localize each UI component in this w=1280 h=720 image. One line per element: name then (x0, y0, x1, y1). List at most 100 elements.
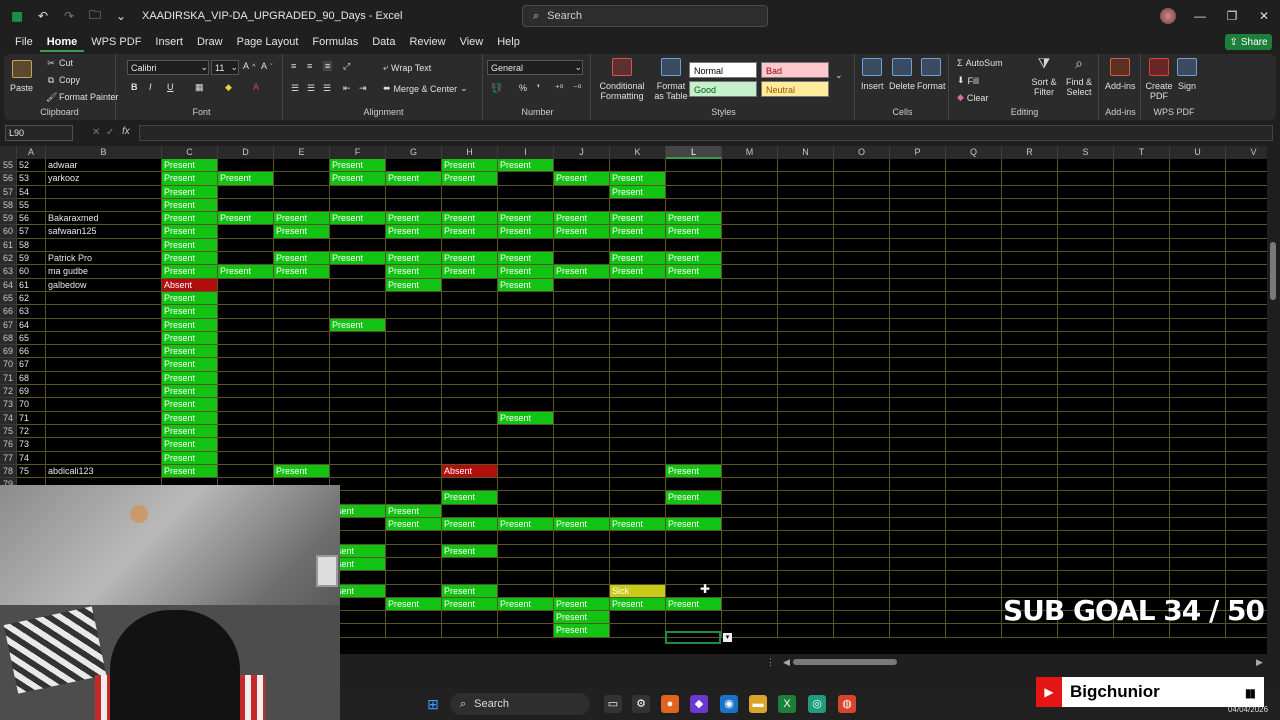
cell-a[interactable]: 75 (17, 464, 46, 479)
undo-icon[interactable]: ↶ (30, 6, 56, 26)
cell-q[interactable] (946, 491, 1002, 505)
cell-v[interactable] (1226, 305, 1267, 319)
cell-f[interactable] (330, 411, 386, 425)
cell-r[interactable] (1002, 305, 1058, 319)
cell-t[interactable] (1114, 544, 1170, 558)
cell-d[interactable]: Present (218, 172, 274, 186)
cell-m[interactable] (722, 398, 778, 412)
cell-d[interactable] (218, 198, 274, 213)
italic-button[interactable]: I (149, 82, 152, 92)
cell-g[interactable]: Present (386, 225, 442, 239)
cell-k[interactable] (610, 385, 666, 399)
cell-o[interactable] (834, 198, 890, 213)
cell-r[interactable] (1002, 385, 1058, 399)
cell-v[interactable] (1226, 358, 1267, 372)
cell-q[interactable] (946, 424, 1002, 439)
cell-r[interactable] (1002, 185, 1058, 199)
cell-j[interactable] (554, 159, 610, 173)
cell-u[interactable] (1170, 318, 1226, 332)
cell-g[interactable] (386, 358, 442, 372)
cell-t[interactable] (1114, 424, 1170, 439)
cell-h[interactable] (442, 318, 498, 332)
cell-t[interactable] (1114, 252, 1170, 266)
cell-t[interactable] (1114, 238, 1170, 253)
cell-q[interactable] (946, 252, 1002, 266)
cell-v[interactable] (1226, 319, 1267, 332)
cell-u[interactable] (1170, 159, 1226, 173)
scroll-left-icon[interactable]: ◀ (783, 657, 790, 668)
cell-a[interactable]: 73 (17, 438, 46, 452)
cell-q[interactable] (946, 225, 1002, 239)
tab-view[interactable]: View (453, 32, 491, 52)
cell-a[interactable]: 61 (17, 278, 46, 292)
cell-o[interactable] (834, 451, 890, 465)
cell-s[interactable] (1058, 398, 1114, 412)
cell-l[interactable] (666, 571, 722, 585)
cell-q[interactable] (946, 265, 1002, 279)
tab-wps-pdf[interactable]: WPS PDF (84, 32, 148, 52)
row-header[interactable]: 77 (0, 451, 17, 465)
cell-q[interactable] (946, 331, 1002, 346)
cell-k[interactable]: Present (610, 265, 666, 279)
cell-l[interactable] (666, 451, 722, 465)
cell-v[interactable] (1226, 558, 1267, 572)
cell-j[interactable] (554, 584, 610, 598)
cell-s[interactable] (1058, 238, 1114, 253)
cell-q[interactable] (946, 318, 1002, 332)
cell-i[interactable]: Present (498, 411, 554, 425)
cell-r[interactable] (1002, 371, 1058, 386)
cell-f[interactable] (330, 464, 386, 479)
cell-p[interactable] (890, 464, 946, 479)
cell-j[interactable] (554, 557, 610, 572)
cell-i[interactable] (498, 451, 554, 465)
cell-j[interactable] (554, 398, 610, 412)
cell-f[interactable] (330, 331, 386, 346)
column-header-f[interactable]: F (330, 146, 386, 159)
cell-l[interactable] (666, 557, 722, 572)
row-header[interactable]: 65 (0, 291, 17, 306)
cell-o[interactable] (834, 252, 890, 266)
cell-f[interactable]: Present (330, 318, 386, 332)
cell-j[interactable] (554, 345, 610, 359)
number-format-select[interactable]: General ⌄ (487, 60, 583, 75)
cell-e[interactable] (274, 238, 330, 253)
cell-g[interactable] (386, 491, 442, 505)
cell-m[interactable] (722, 252, 778, 266)
cell-l[interactable]: Present (666, 252, 722, 266)
cell-t[interactable] (1114, 358, 1170, 372)
cell-q[interactable] (946, 531, 1002, 545)
decrease-indent-icon[interactable]: ⇤ (343, 83, 351, 94)
cell-o[interactable] (834, 464, 890, 479)
cell-v[interactable] (1226, 491, 1267, 505)
style-bad[interactable]: Bad (761, 62, 829, 78)
cell-r[interactable] (1002, 265, 1058, 279)
cell-c[interactable]: Present (162, 398, 218, 412)
cell-u[interactable] (1170, 398, 1226, 412)
cell-m[interactable] (722, 331, 778, 346)
cell-o[interactable] (834, 584, 890, 598)
cell-v[interactable] (1226, 452, 1267, 465)
cell-q[interactable] (946, 198, 1002, 213)
cell-s[interactable] (1058, 252, 1114, 266)
cell-m[interactable] (722, 225, 778, 239)
cell-j[interactable]: Present (554, 212, 610, 226)
cell-s[interactable] (1058, 305, 1114, 319)
cell-q[interactable] (946, 358, 1002, 372)
cell-l[interactable] (666, 291, 722, 306)
cell-o[interactable] (834, 398, 890, 412)
cell-s[interactable] (1058, 331, 1114, 346)
cell-q[interactable] (946, 305, 1002, 319)
cell-l[interactable] (666, 544, 722, 558)
cell-g[interactable] (386, 305, 442, 319)
cell-m[interactable] (722, 504, 778, 519)
cell-j[interactable] (554, 305, 610, 319)
cell-n[interactable] (778, 252, 834, 266)
cell-n[interactable] (778, 571, 834, 585)
cell-n[interactable] (778, 531, 834, 545)
cell-e[interactable]: Present (274, 225, 330, 239)
cell-f[interactable] (330, 398, 386, 412)
column-header-b[interactable]: B (46, 146, 162, 159)
cell-o[interactable] (834, 557, 890, 572)
cell-t[interactable] (1114, 385, 1170, 399)
cell-e[interactable] (274, 385, 330, 399)
